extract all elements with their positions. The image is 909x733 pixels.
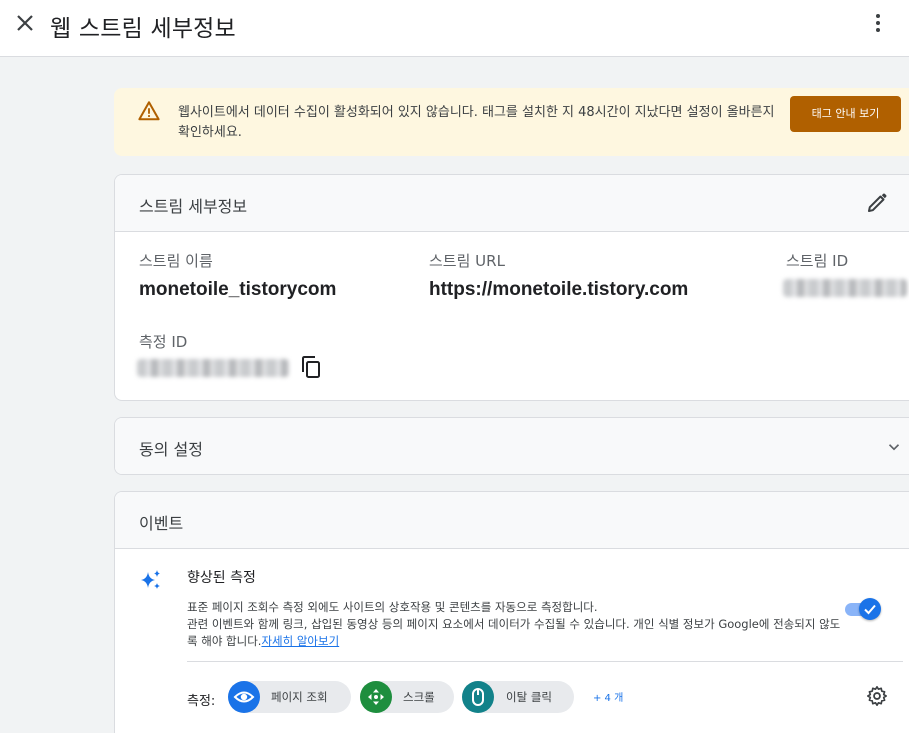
copy-icon[interactable] [299,355,323,379]
scroll-arrows-icon [360,681,392,713]
top-bar: 웹 스트림 세부정보 [0,0,909,57]
chevron-down-icon[interactable] [885,438,903,456]
events-card: 이벤트 향상된 측정 표준 페이지 조회수 측정 외에도 사이트의 상호작용 및… [114,491,909,733]
page-title: 웹 스트림 세부정보 [50,16,236,42]
consent-settings-title: 동의 설정 [139,440,203,459]
edit-icon[interactable] [865,191,889,215]
sparkle-icon [141,570,160,589]
data-collection-alert: 웹사이트에서 데이터 수집이 활성화되어 있지 않습니다. 태그를 설치한 지 … [114,88,909,156]
check-icon [864,604,876,615]
chip-page-view-label: 페이지 조회 [271,690,328,704]
enhanced-measurement-title: 향상된 측정 [187,570,256,586]
stream-details-header: 스트림 세부정보 [115,175,909,232]
stream-url-value: https://monetoile.tistory.com [429,279,689,300]
stream-id-value-redacted [783,279,907,297]
stream-details-card: 스트림 세부정보 스트림 이름 monetoile_tistorycom 스트림… [114,174,909,401]
events-header: 이벤트 [115,492,909,549]
chip-scroll[interactable]: 스크롤 [360,681,454,713]
stream-details-title: 스트림 세부정보 [139,197,248,216]
alert-message: 웹사이트에서 데이터 수집이 활성화되어 있지 않습니다. 태그를 설치한 지 … [178,105,775,140]
gear-icon[interactable] [866,685,888,707]
measurement-id-value-redacted [137,359,289,377]
divider [187,661,903,662]
consent-settings-card[interactable]: 동의 설정 [114,417,909,475]
eye-icon [228,681,260,713]
stream-name-value: monetoile_tistorycom [139,279,337,300]
mouse-icon [462,681,494,713]
description-line-1: 표준 페이지 조회수 측정 외에도 사이트의 상호작용 및 콘텐츠를 자동으로 … [187,600,598,614]
chip-outbound-click-label: 이탈 클릭 [506,690,552,704]
stream-url-label: 스트림 URL [429,252,505,270]
events-title: 이벤트 [139,514,184,533]
chip-scroll-label: 스크롤 [403,690,435,704]
measurement-id-label: 측정 ID [139,333,188,351]
enhanced-measurement-description: 표준 페이지 조회수 측정 외에도 사이트의 상호작용 및 콘텐츠를 자동으로 … [187,599,847,650]
chip-page-view[interactable]: 페이지 조회 [228,681,351,713]
close-icon[interactable] [13,11,37,35]
more-measurements-link[interactable]: + 4 개 [593,689,623,704]
enhanced-measurement-toggle[interactable] [845,598,881,620]
stream-id-label: 스트림 ID [786,252,849,270]
learn-more-link[interactable]: 자세히 알아보기 [261,634,339,648]
chip-outbound-click[interactable]: 이탈 클릭 [462,681,574,713]
consent-settings-header[interactable]: 동의 설정 [115,418,909,474]
warning-icon [138,101,160,121]
tag-guide-button[interactable]: 태그 안내 보기 [790,96,901,132]
more-vert-icon[interactable] [866,11,890,35]
stream-name-label: 스트림 이름 [139,252,213,270]
measurement-label: 측정: [187,694,216,709]
toggle-knob [859,598,881,620]
